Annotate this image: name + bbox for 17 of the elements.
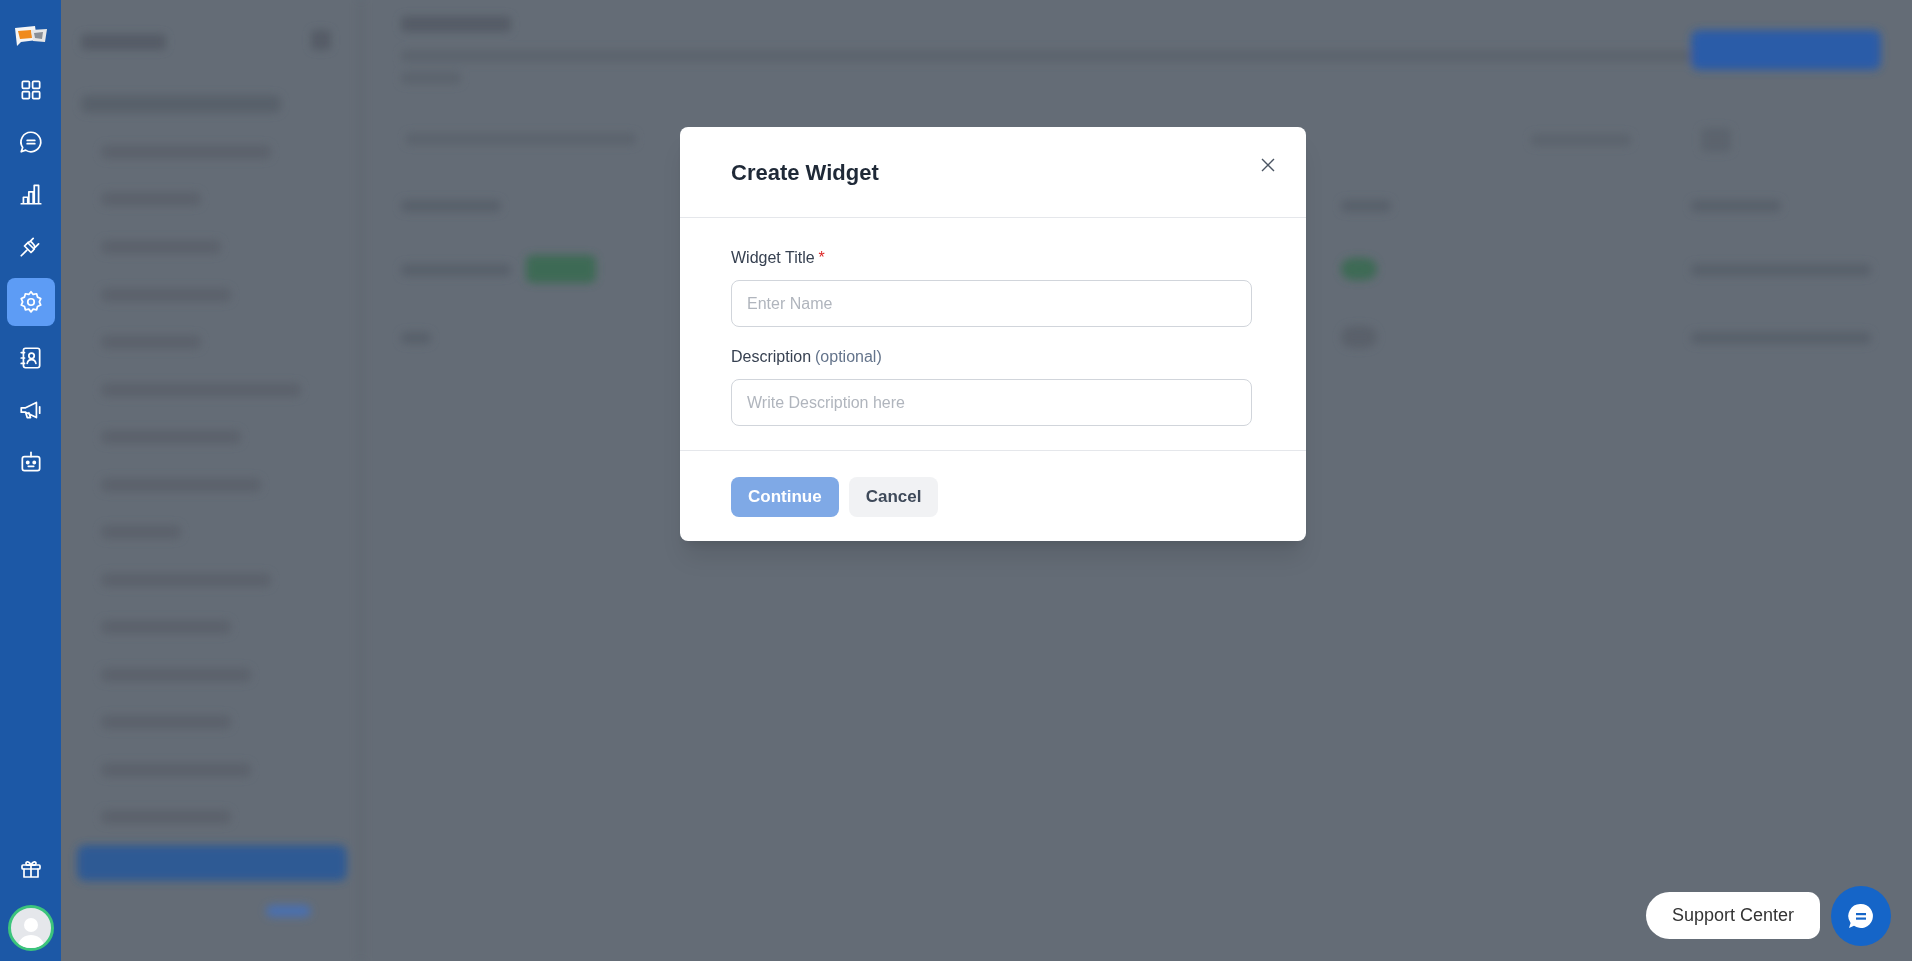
- field-label: Widget Title: [731, 248, 815, 268]
- field-label: Description: [731, 347, 812, 367]
- contact-book-icon: [17, 345, 44, 371]
- input-field[interactable]: Enter Name: [731, 280, 1252, 327]
- avatar[interactable]: [7, 905, 54, 951]
- chat-button[interactable]: [1831, 886, 1891, 946]
- required-mark: *: [818, 248, 825, 268]
- optional-note: (optional): [815, 347, 882, 367]
- support-center-button[interactable]: Support Center: [1646, 892, 1820, 939]
- rail-item[interactable]: [6, 278, 55, 326]
- dialog-title: Create Widget: [731, 159, 879, 187]
- settings-icon: [17, 289, 44, 315]
- logo-icon[interactable]: [12, 24, 49, 48]
- chat-icon: [17, 129, 44, 155]
- input-field[interactable]: Write Description here: [731, 379, 1252, 426]
- cancel-button[interactable]: Cancel: [848, 477, 939, 517]
- bar-chart-icon: [17, 181, 44, 207]
